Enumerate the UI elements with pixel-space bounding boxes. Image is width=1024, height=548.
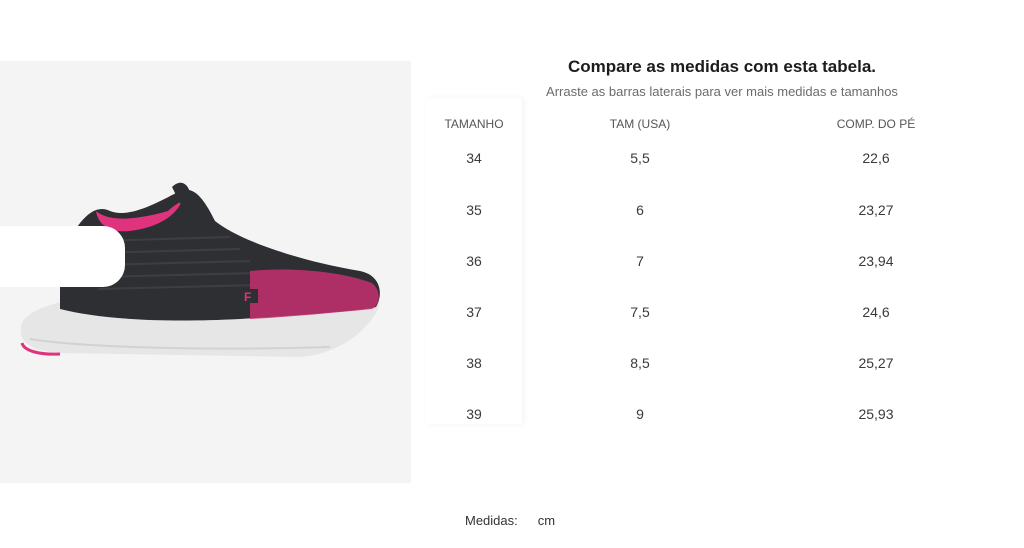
- row-body: 8,5 25,27: [522, 338, 996, 389]
- cell-tamanho: 36: [466, 253, 482, 269]
- column-header-tamanho: TAMANHO: [444, 117, 504, 131]
- cell-comp-pe: 23,94: [858, 253, 894, 269]
- cell-tam-usa: 8,5: [630, 355, 650, 371]
- page-title: Compare as medidas com esta tabela.: [567, 57, 877, 76]
- page-subtitle: Arraste as barras laterais para ver mais…: [546, 84, 898, 99]
- cell-tam-usa: 9: [636, 406, 644, 422]
- row-body: 5,5 22,6: [522, 133, 996, 184]
- cell-comp-pe: 22,6: [862, 150, 890, 166]
- column-header-comp-pe: COMP. DO PÉ: [836, 117, 916, 131]
- brand-logo: F: [244, 290, 251, 304]
- cell-comp-pe: 25,27: [858, 355, 894, 371]
- cell-tam-usa: 7,5: [630, 304, 650, 320]
- row-body: 7 23,94: [522, 236, 996, 287]
- column-header-tam-usa: TAM (USA): [609, 117, 671, 131]
- cell-comp-pe: 25,93: [858, 406, 894, 422]
- cell-comp-pe: 24,6: [862, 304, 890, 320]
- cell-tamanho: 35: [466, 202, 482, 218]
- cell-tamanho: 37: [466, 304, 482, 320]
- row-body: 7,5 24,6: [522, 287, 996, 338]
- cell-tamanho: 39: [466, 406, 482, 422]
- size-table[interactable]: TAMANHO TAM (USA) COMP. DO PÉ 34 5,5 22,…: [426, 98, 996, 424]
- row-body: 9 25,93: [522, 389, 996, 424]
- units-indicator: Medidas: cm: [465, 513, 555, 528]
- row-body: 6 23,27: [522, 185, 996, 236]
- cell-comp-pe: 23,27: [858, 202, 894, 218]
- units-label: Medidas:: [465, 513, 518, 528]
- cell-tam-usa: 7: [636, 253, 644, 269]
- cell-tamanho: 34: [466, 150, 482, 166]
- cell-tamanho: 38: [466, 355, 482, 371]
- units-value: cm: [537, 513, 556, 528]
- cell-tam-usa: 6: [636, 202, 644, 218]
- cell-tam-usa: 5,5: [630, 150, 650, 166]
- image-overlay: [0, 226, 125, 287]
